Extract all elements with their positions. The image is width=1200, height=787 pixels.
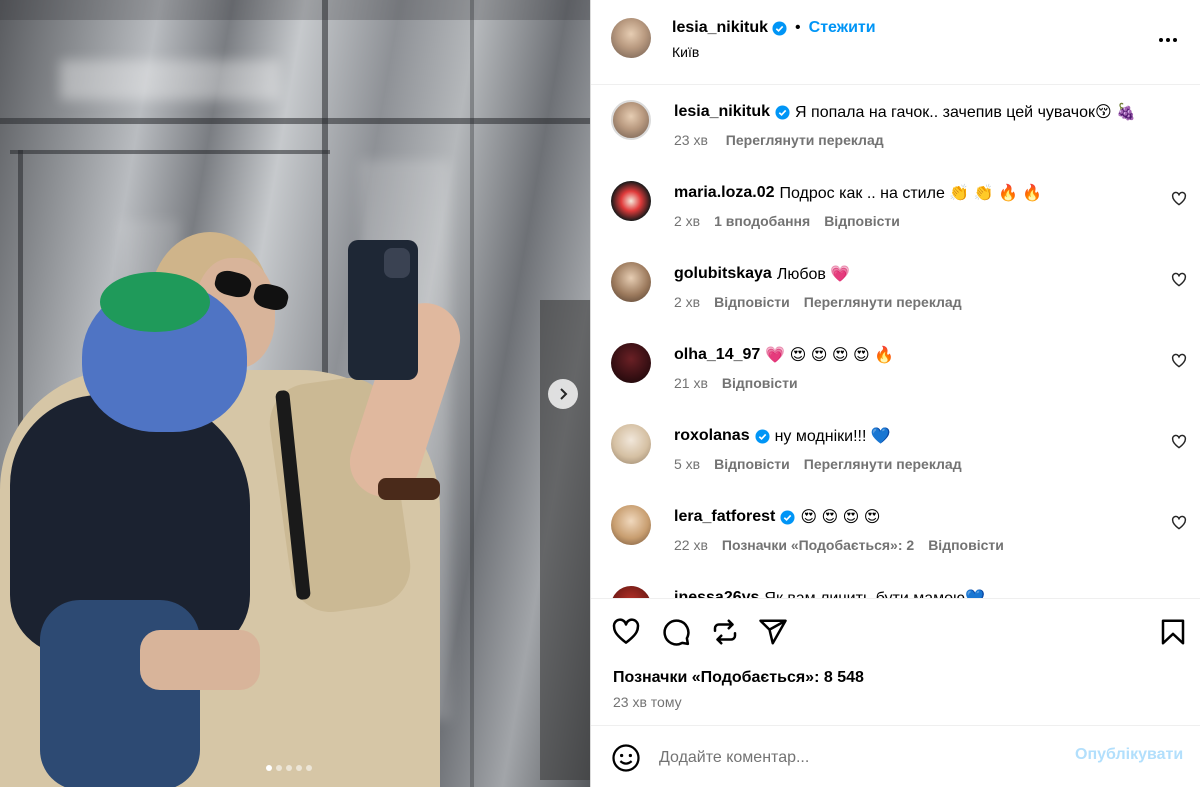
bookmark-icon[interactable] [1158,617,1188,647]
translate-link[interactable]: Переглянути переклад [804,456,962,472]
verified-badge-icon [772,20,787,36]
caption: lesia_nikituk Я попала на гачок.. зачепи… [611,100,1191,160]
comment-line: maria.loza.02 Подрос как .. на стиле 👏 👏 … [674,183,1042,203]
comment-row: golubitskaya Любов 💗 2 хв Відповісти Перегля… [611,262,1191,322]
carousel-indicator [266,765,312,771]
comment-username[interactable]: roxolanas [674,427,750,445]
heart-icon[interactable] [1171,272,1187,288]
post-side-panel: lesia_nikituk • Стежити Київ lesia_nikit… [590,0,1200,787]
comment-username[interactable]: golubitskaya [674,265,772,283]
comment-time[interactable]: 2 хв [674,213,700,229]
header-user-line: lesia_nikituk • Стежити [672,19,876,37]
emoji-icon[interactable] [611,743,641,773]
avatar[interactable] [611,262,651,302]
avatar[interactable] [611,181,651,221]
caption-username[interactable]: lesia_nikituk [674,103,770,121]
comment-text: 💗 😍 😍 😍 😍 🔥 [765,347,895,364]
translate-link[interactable]: Переглянути переклад [804,294,962,310]
comment-meta: 5 хв Відповісти Переглянути переклад [674,456,976,472]
comment-username[interactable]: maria.loza.02 [674,184,775,202]
avatar[interactable] [611,424,651,464]
comment-meta: 2 хв 1 вподобання Відповісти [674,213,914,229]
likes-count[interactable]: Позначки «Подобається»: 8 548 [613,669,864,687]
comment-text: 😍 😍 😍 😍 [800,509,881,526]
avatar[interactable] [611,100,651,140]
caption-text: Я попала на гачок.. зачепив цей чувачок😚… [795,104,1137,121]
post-time[interactable]: 23 хв тому [613,694,682,710]
comment-meta: 22 хв Позначки «Подобається»: 2 Відповісти [674,537,1018,553]
post-actions: Позначки «Подобається»: 8 548 23 хв тому [591,598,1200,726]
comment-time[interactable]: 21 хв [674,375,708,391]
comment-line: inessa26ys Як вам личить бути мамою💙 [674,588,985,598]
caption-meta: 23 хв Переглянути переклад [674,132,898,148]
comment-text: Подрос как .. на стиле 👏 👏 🔥 🔥 [779,185,1043,202]
carousel-dot [266,765,272,771]
comment-time[interactable]: 5 хв [674,456,700,472]
comment-row: lera_fatforest 😍 😍 😍 😍 22 хв Позначки «Подо… [611,505,1191,565]
carousel-dot [296,765,302,771]
comment-row: olha_14_97 💗 😍 😍 😍 😍 🔥 21 хв Відповісти [611,343,1191,403]
comment-row: roxolanas ну модніки!!! 💙 5 хв Відповісти Пе… [611,424,1191,484]
reply-button[interactable]: Відповісти [714,456,790,472]
chevron-right-icon [560,388,568,400]
comment-username[interactable]: lera_fatforest [674,508,775,526]
avatar[interactable] [611,505,651,545]
username-link[interactable]: lesia_nikituk [672,19,768,37]
avatar[interactable] [611,18,651,58]
share-icon[interactable] [758,617,788,647]
comment-line: roxolanas ну модніки!!! 💙 [674,426,891,446]
verified-badge-icon [775,104,790,120]
comment-text: ну модніки!!! 💙 [774,428,891,445]
comment-box: Опублікувати [591,727,1200,787]
avatar[interactable] [611,343,651,383]
heart-icon[interactable] [1171,434,1187,450]
carousel-dot [306,765,312,771]
comment-likes[interactable]: 1 вподобання [714,213,810,229]
post-header: lesia_nikituk • Стежити Київ [591,0,1200,85]
reply-button[interactable]: Відповісти [824,213,900,229]
heart-icon[interactable] [1171,191,1187,207]
comment-input[interactable] [659,745,1059,771]
comment-text: Любов 💗 [776,266,851,283]
comments-list[interactable]: lesia_nikituk Я попала на гачок.. зачепи… [591,86,1200,598]
post-photo[interactable] [0,0,590,787]
follow-button[interactable]: Стежити [809,19,876,37]
verified-badge-icon [780,509,795,525]
reply-button[interactable]: Відповісти [928,537,1004,553]
comment-username[interactable]: inessa26ys [674,589,759,598]
comment-meta: 21 хв Відповісти [674,375,812,391]
verified-badge-icon [755,428,770,444]
separator: • [795,19,801,36]
heart-icon[interactable] [1171,353,1187,369]
comment-line: golubitskaya Любов 💗 [674,264,850,284]
location-link[interactable]: Київ [672,44,699,60]
carousel-dot [276,765,282,771]
comment-time[interactable]: 22 хв [674,537,708,553]
caption-line: lesia_nikituk Я попала на гачок.. зачепи… [674,102,1136,122]
comment-icon[interactable] [661,617,691,647]
reply-button[interactable]: Відповісти [722,375,798,391]
carousel-dot [286,765,292,771]
comment-row: inessa26ys Як вам личить бути мамою💙 [611,586,1191,598]
carousel-next-button[interactable] [548,379,578,409]
comment-text: Як вам личить бути мамою💙 [764,588,985,598]
comment-meta: 2 хв Відповісти Переглянути переклад [674,294,976,310]
comment-time[interactable]: 2 хв [674,294,700,310]
caption-time[interactable]: 23 хв [674,132,708,148]
publish-button[interactable]: Опублікувати [1075,746,1183,764]
translate-link[interactable]: Переглянути переклад [726,132,884,148]
repost-icon[interactable] [710,617,740,647]
comment-likes[interactable]: Позначки «Подобається»: 2 [722,537,914,553]
comment-line: lera_fatforest 😍 😍 😍 😍 [674,507,880,527]
heart-icon[interactable] [1171,515,1187,531]
avatar[interactable] [611,586,651,598]
more-options-icon[interactable] [1159,30,1183,50]
comment-line: olha_14_97 💗 😍 😍 😍 😍 🔥 [674,345,894,365]
heart-icon[interactable] [611,617,641,647]
reply-button[interactable]: Відповісти [714,294,790,310]
comment-username[interactable]: olha_14_97 [674,346,760,364]
comment-row: maria.loza.02 Подрос как .. на стиле 👏 👏 … [611,181,1191,241]
